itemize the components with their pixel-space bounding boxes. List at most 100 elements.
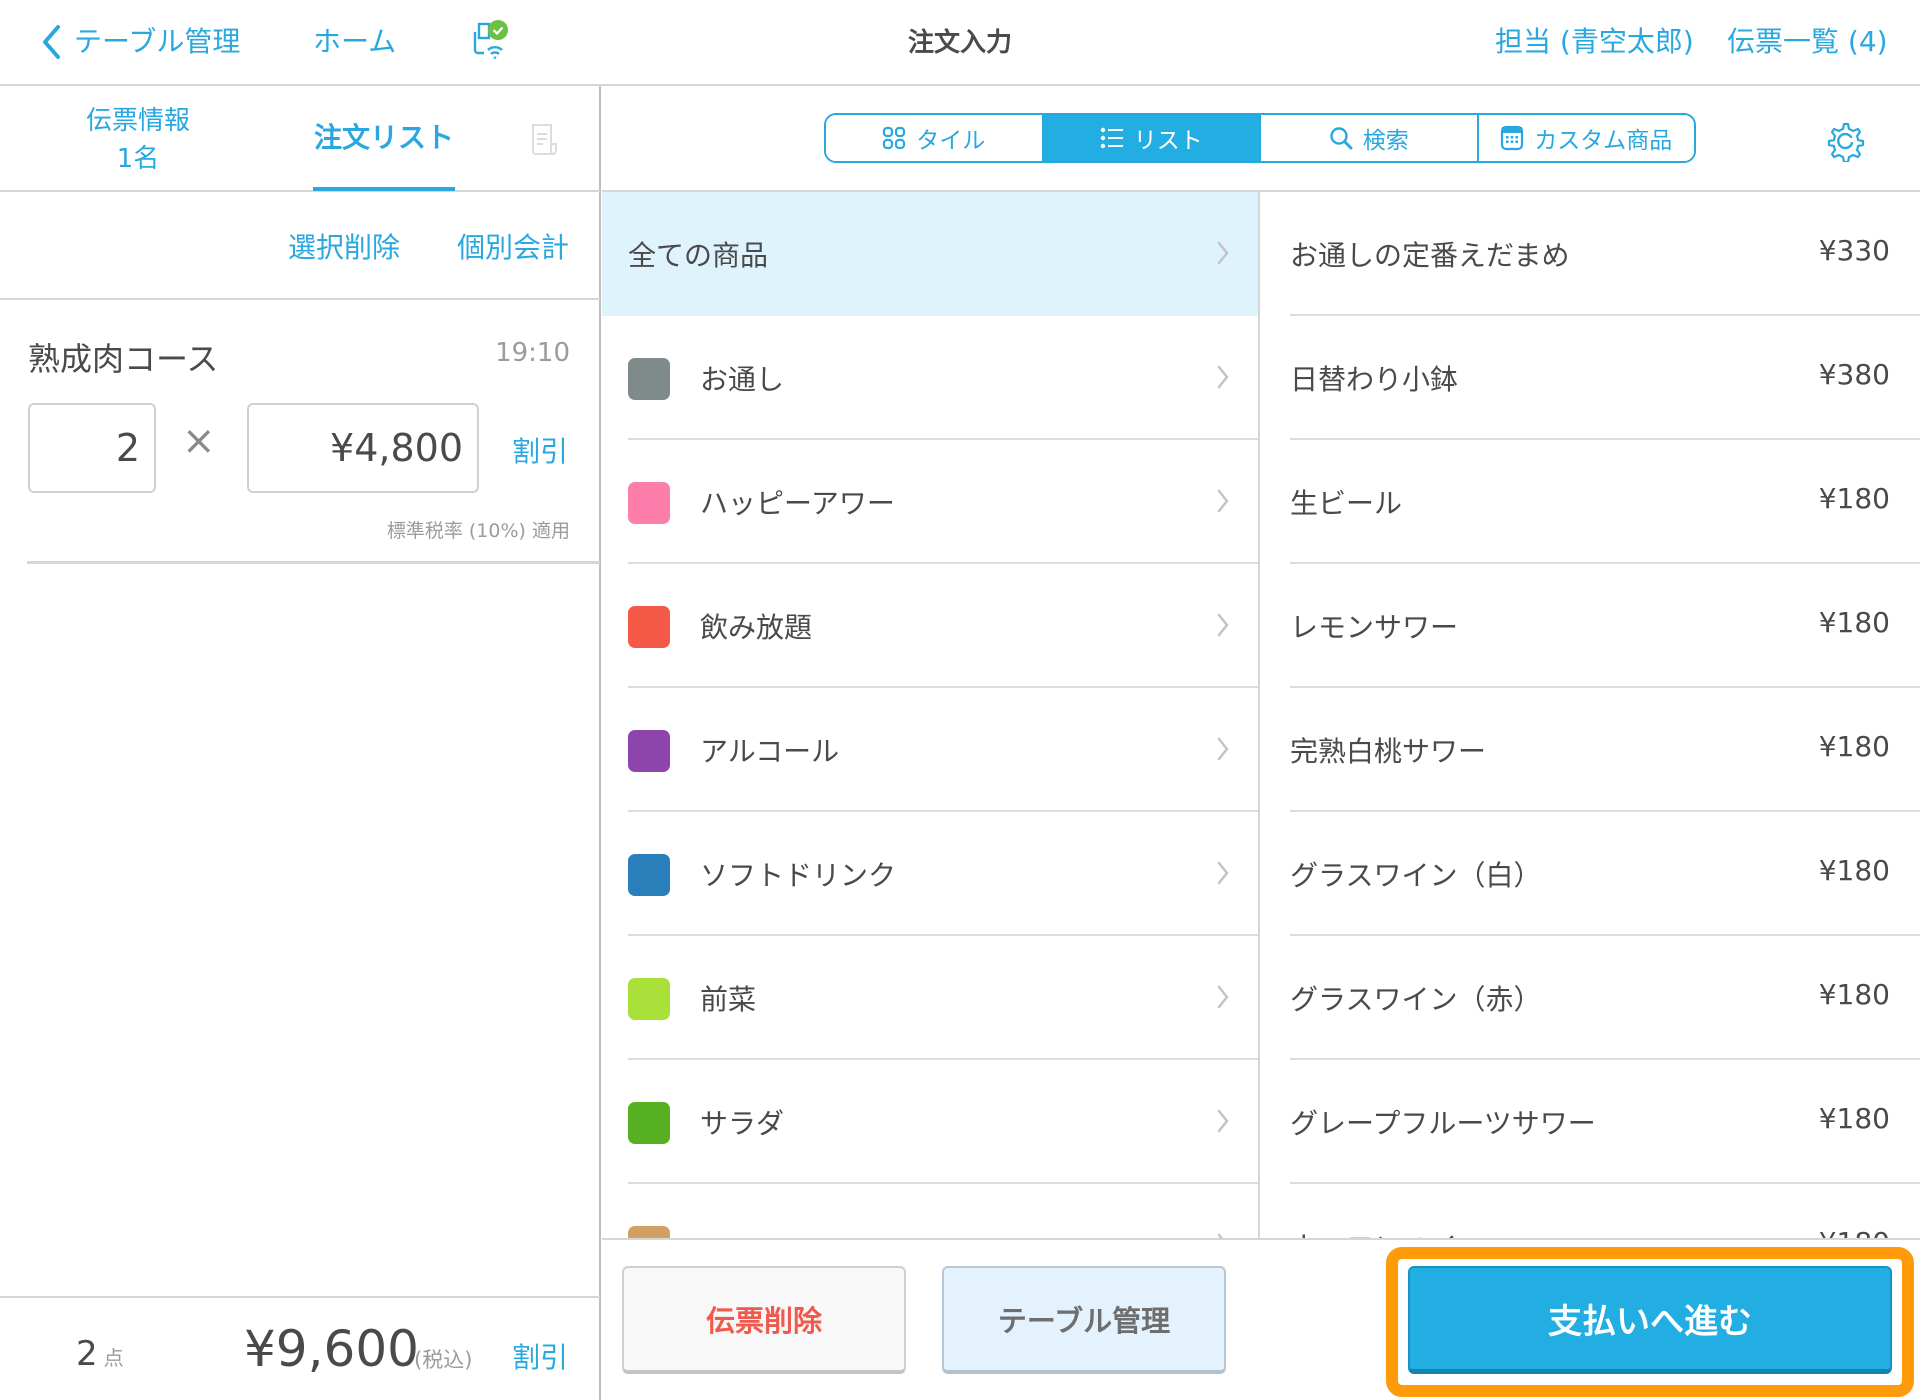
category-item[interactable]: アルコール xyxy=(602,688,1258,812)
category-label: ソフトドリンク xyxy=(700,859,897,892)
order-item-name: 熟成肉コース xyxy=(28,340,219,378)
gear-icon[interactable] xyxy=(1824,120,1866,162)
product-price: ¥180 xyxy=(1818,606,1890,639)
product-name: お通しの定番えだまめ xyxy=(1290,239,1570,272)
unit-price-field[interactable]: ¥4,800 xyxy=(247,403,479,493)
product-price: ¥180 xyxy=(1819,1226,1890,1238)
product-name: レモンサワー xyxy=(1290,611,1459,644)
category-item[interactable]: お通し xyxy=(602,316,1258,440)
category-label: 飲み放題 xyxy=(700,611,813,644)
order-panel: 伝票情報 1名 注文リスト 選択削除 個別会計 熟成肉コース 19:10 2 ×… xyxy=(0,86,601,1400)
product-name: グラスワイン（赤） xyxy=(1290,983,1542,1016)
category-label: 前菜 xyxy=(700,983,757,1016)
tab-order-list[interactable]: 注文リスト xyxy=(313,116,455,156)
category-label: ハッピーアワー xyxy=(700,487,895,520)
chevron-right-icon xyxy=(1217,613,1229,637)
chevron-right-icon xyxy=(1217,737,1229,761)
category-color-swatch xyxy=(628,358,670,400)
order-actions: 選択削除 個別会計 xyxy=(0,192,600,300)
category-item[interactable]: 全ての商品 xyxy=(602,192,1258,316)
times-icon: × xyxy=(182,418,216,464)
chevron-right-icon xyxy=(1217,985,1229,1009)
category-color-swatch xyxy=(628,854,670,896)
product-name: グラスワイン（白） xyxy=(1290,859,1542,892)
product-name: 日替わり小鉢 xyxy=(1290,363,1459,396)
product-item[interactable]: 完熟白桃サワー ¥180 xyxy=(1262,688,1920,812)
product-item[interactable]: 日替わり小鉢 ¥380 xyxy=(1262,316,1920,440)
tab-tile[interactable]: タイル xyxy=(826,115,1044,161)
view-mode-segmented-control: タイル リスト 検索 カスタム商品 xyxy=(824,113,1696,163)
order-panel-tabs: 伝票情報 1名 注文リスト xyxy=(0,86,600,192)
list-icon xyxy=(1100,127,1123,149)
product-item[interactable]: 生ビール ¥180 xyxy=(1262,440,1920,564)
category-item[interactable]: 飲み放題 xyxy=(602,564,1258,688)
tab-search[interactable]: 検索 xyxy=(1261,115,1479,161)
item-discount-button[interactable]: 割引 xyxy=(512,430,568,470)
product-name: 生ビール xyxy=(1290,487,1403,520)
product-price: ¥330 xyxy=(1818,234,1890,267)
product-item[interactable]: ウーロンハイ ¥180 xyxy=(1262,1184,1920,1238)
chevron-right-icon xyxy=(1217,1109,1229,1133)
product-item[interactable]: グラスワイン（赤） ¥180 xyxy=(1262,936,1920,1060)
category-item[interactable]: ソフトドリンク xyxy=(602,812,1258,936)
order-item[interactable]: 熟成肉コース 19:10 2 × ¥4,800 割引 標準税率 (10%) 適用 xyxy=(0,300,600,564)
product-item[interactable]: レモンサワー ¥180 xyxy=(1262,564,1920,688)
view-mode-bar: タイル リスト 検索 カスタム商品 xyxy=(602,86,1920,192)
product-name: ウーロンハイ xyxy=(1290,1226,1457,1238)
tax-rate-note: 標準税率 (10%) 適用 xyxy=(386,520,570,542)
category-label: アルコール xyxy=(700,735,840,768)
tab-slip-info-label: 伝票情報 xyxy=(85,106,190,136)
product-price: ¥180 xyxy=(1818,1102,1890,1135)
item-count-unit: 点 xyxy=(103,1346,124,1370)
chevron-right-icon xyxy=(1217,489,1229,513)
tab-custom-product[interactable]: カスタム商品 xyxy=(1478,115,1694,161)
category-item[interactable]: サラダ xyxy=(602,1060,1258,1184)
top-nav-bar: テーブル管理 ホーム 注文入力 担当 (青空太郎) 伝票一覧 (4) xyxy=(0,0,1920,86)
item-count: 2点 xyxy=(76,1334,124,1374)
chevron-right-icon xyxy=(1217,861,1229,885)
category-color-swatch xyxy=(628,1102,670,1144)
bottom-action-bar: 伝票削除 テーブル管理 支払いへ進む xyxy=(602,1238,1920,1400)
split-bill-button[interactable]: 個別会計 xyxy=(457,226,569,266)
delete-slip-button[interactable]: 伝票削除 xyxy=(622,1266,906,1374)
tab-custom-product-label: カスタム商品 xyxy=(1534,128,1673,154)
search-icon xyxy=(1330,127,1353,150)
category-color-swatch xyxy=(628,730,670,772)
quantity-field[interactable]: 2 xyxy=(28,403,156,493)
product-price: ¥180 xyxy=(1818,854,1890,887)
category-label: サラダ xyxy=(700,1107,785,1140)
order-total: ¥9,600 xyxy=(244,1320,419,1378)
category-list: 全ての商品お通しハッピーアワー 飲み放題アルコールソフトドリンク 前菜サラダ xyxy=(602,192,1260,1238)
tab-list[interactable]: リスト xyxy=(1043,115,1261,161)
category-label: お通し xyxy=(700,363,785,396)
product-price: ¥180 xyxy=(1818,482,1890,515)
category-item[interactable] xyxy=(602,1184,1258,1238)
table-management-button[interactable]: テーブル管理 xyxy=(942,1266,1226,1374)
divider xyxy=(27,561,600,564)
guest-count: 1名 xyxy=(116,144,160,174)
category-item[interactable]: 前菜 xyxy=(602,936,1258,1060)
chevron-right-icon xyxy=(1217,241,1229,265)
category-item[interactable]: ハッピーアワー xyxy=(602,440,1258,564)
category-label: 全ての商品 xyxy=(628,239,769,272)
tab-slip-info[interactable]: 伝票情報 1名 xyxy=(70,102,206,178)
slip-list-link[interactable]: 伝票一覧 (4) xyxy=(1727,20,1888,60)
product-list: お通しの定番えだまめ ¥330 日替わり小鉢 ¥380 生ビール ¥180 レモンサワー ¥1… xyxy=(1262,192,1920,1238)
product-price: ¥180 xyxy=(1818,978,1890,1011)
order-item-time: 19:10 xyxy=(495,338,570,368)
staff-selector[interactable]: 担当 (青空太郎) xyxy=(1495,20,1694,60)
calculator-icon xyxy=(1501,125,1524,151)
order-total-bar: 2点 ¥9,600 (税込) 割引 xyxy=(0,1296,600,1400)
total-discount-button[interactable]: 割引 xyxy=(512,1336,568,1376)
product-price: ¥380 xyxy=(1818,358,1890,391)
delete-selected-button[interactable]: 選択削除 xyxy=(288,226,400,266)
product-price: ¥180 xyxy=(1818,730,1890,763)
proceed-to-payment-button[interactable]: 支払いへ進む xyxy=(1408,1266,1892,1374)
product-item[interactable]: グレープフルーツサワー ¥180 xyxy=(1262,1060,1920,1184)
product-item[interactable]: お通しの定番えだまめ ¥330 xyxy=(1262,192,1920,316)
receipt-icon[interactable] xyxy=(530,122,562,156)
tab-tile-label: タイル xyxy=(916,128,986,154)
tax-included-label: (税込) xyxy=(414,1348,473,1372)
product-item[interactable]: グラスワイン（白） ¥180 xyxy=(1262,812,1920,936)
tab-search-label: 検索 xyxy=(1362,128,1409,154)
